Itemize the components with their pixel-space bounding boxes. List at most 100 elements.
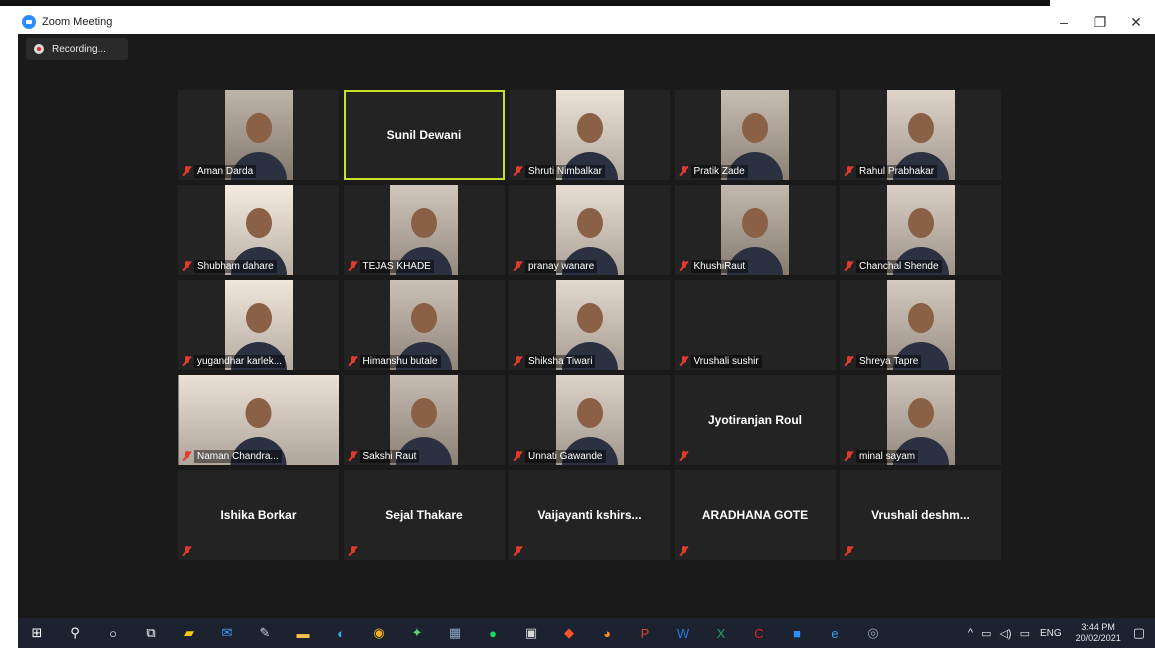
spotify-icon[interactable]: ● [485,625,501,641]
participant-name-tag: Unnati Gawande [525,450,606,463]
recording-icon [34,44,44,54]
meeting-area: Recording... Aman Darda Sunil Dewani Shrut… [18,34,1155,618]
mic-muted-icon [844,450,854,462]
participant-head [907,398,934,429]
participant-tile[interactable]: Sunil Dewani [343,90,505,180]
close-button[interactable]: ✕ [1118,10,1154,34]
participant-name-tag: Chanchal Shende [856,260,942,273]
mic-muted-icon [844,545,854,557]
powerpoint-icon[interactable]: P [637,625,653,641]
zoom-icon[interactable]: ■ [789,625,805,641]
participant-tile[interactable]: Shubham dahare [178,185,339,275]
participant-tile[interactable]: Naman Chandra... [178,375,339,465]
minimize-button[interactable]: – [1046,10,1082,34]
participant-head [907,208,934,239]
mic-muted-icon [844,165,854,177]
participant-tile[interactable]: Sakshi Raut [343,375,505,465]
paint-icon[interactable]: ✎ [257,625,273,641]
notifications-icon[interactable]: ▢ [1133,625,1145,641]
participant-tile[interactable]: Shiksha Tiwari [509,280,670,370]
mic-muted-icon [347,260,358,272]
participant-name-tag: pranay wanare [525,260,598,273]
sticky-notes-icon[interactable]: ▰ [181,625,197,641]
mic-muted-icon [182,450,192,462]
brave-icon[interactable]: ◆ [561,625,577,641]
language-indicator[interactable]: ENG [1040,628,1062,639]
search-icon[interactable]: ⚲ [67,625,83,641]
participant-head [245,398,272,429]
participant-tile[interactable]: Vrushali sushir [674,280,836,370]
participant-name-tag: Shruti Nimbalkar [525,165,605,178]
participant-name-tag: Pratik Zade [690,165,748,178]
tray-chevron-icon[interactable]: ^ [968,627,973,639]
participant-name-tag: Rahul Prabhakar [856,165,938,178]
participant-tile[interactable]: pranay wanare [509,185,670,275]
participant-tile[interactable]: Jyotiranjan Roul [674,375,836,465]
recording-indicator[interactable]: Recording... [26,38,128,60]
mic-muted-icon [513,355,523,367]
participant-tile[interactable]: Shruti Nimbalkar [509,90,670,180]
clock[interactable]: 3:44 PM 20/02/2021 [1076,622,1121,644]
participant-tile[interactable]: Rahul Prabhakar [840,90,1001,180]
participant-tile[interactable]: TEJAS KHADE [343,185,505,275]
mail-icon[interactable]: ✉ [219,625,235,641]
participant-tile[interactable]: Himanshu butale [343,280,505,370]
edge-icon[interactable]: ◐ [333,625,349,641]
participant-tile[interactable]: yugandhar karlek... [178,280,339,370]
participant-tile[interactable]: minal sayam [840,375,1001,465]
app-icon[interactable]: ▣ [523,625,539,641]
maps-icon[interactable]: ✦ [409,625,425,641]
participant-display-name: Vrushali deshm... [871,508,970,522]
chrome-icon[interactable]: ◉ [371,625,387,641]
participant-tile[interactable]: Chanchal Shende [840,185,1001,275]
participant-tile[interactable]: Shreya Tapre [840,280,1001,370]
participant-display-name: Sunil Dewani [386,128,462,142]
participant-tile[interactable]: Vrushali deshm... [840,470,1001,560]
participant-head [411,398,437,429]
participant-head [742,208,768,239]
top-border [0,0,1050,6]
participant-head [907,303,934,334]
task-view-icon[interactable]: ⧉ [143,625,159,641]
mic-muted-icon [678,450,689,462]
participant-tile[interactable]: ARADHANA GOTE [674,470,836,560]
participant-tile[interactable]: Pratik Zade [674,90,836,180]
participant-tile[interactable]: KhushiRaut [674,185,836,275]
cortana-icon[interactable]: ○ [105,625,121,641]
excel-icon[interactable]: X [713,625,729,641]
volume-icon[interactable]: ◁) [999,627,1011,640]
participant-tile[interactable]: Vaijayanti kshirs... [509,470,670,560]
settings-icon[interactable]: ◎ [865,625,881,641]
mic-muted-icon [347,545,358,557]
start-icon[interactable]: ⊞ [29,625,45,641]
participant-display-name: Sejal Thakare [385,508,463,522]
participant-head [411,303,437,334]
participant-name-tag: Shiksha Tiwari [525,355,596,368]
calculator-icon[interactable]: ▦ [447,625,463,641]
mic-muted-icon [513,165,523,177]
network-icon[interactable]: ▭ [1020,627,1030,640]
participant-name-tag: Himanshu butale [359,355,441,368]
title-bar: Zoom Meeting – ❐ ✕ [18,10,1155,34]
gallery-grid: Aman Darda Sunil Dewani Shruti Nimbalkar Pr… [178,90,1001,560]
mic-muted-icon [678,260,689,272]
participant-name-tag: KhushiRaut [690,260,749,273]
clock-date: 20/02/2021 [1075,633,1121,643]
participant-tile[interactable]: Sejal Thakare [343,470,505,560]
system-tray: ^ ▭ ◁) ▭ ENG 3:44 PM 20/02/2021 ▢ [964,618,1155,648]
file-explorer-icon[interactable]: ▬ [295,625,311,641]
participant-tile[interactable]: Unnati Gawande [509,375,670,465]
restore-button[interactable]: ❐ [1082,10,1118,34]
participant-tile[interactable]: Aman Darda [178,90,339,180]
mic-muted-icon [844,260,854,272]
participant-head [576,208,603,239]
battery-icon[interactable]: ▭ [981,627,991,640]
participant-name-tag: Naman Chandra... [194,450,282,463]
mic-muted-icon [347,450,358,462]
firefox-icon[interactable]: ◕ [599,625,615,641]
internet-explorer-icon[interactable]: e [827,625,843,641]
windows-taskbar: ⊞ ⚲ ○ ⧉ ▰ ✉ ✎ ▬ ◐ ◉ ✦ ▦ ● ▣ ◆ ◕ P W X C ■ e ◎ ^ ▭ ◁) ▭ ENG 3:4… [18,618,1155,648]
word-icon[interactable]: W [675,625,691,641]
cisco-icon[interactable]: C [751,625,767,641]
participant-tile[interactable]: Ishika Borkar [178,470,339,560]
